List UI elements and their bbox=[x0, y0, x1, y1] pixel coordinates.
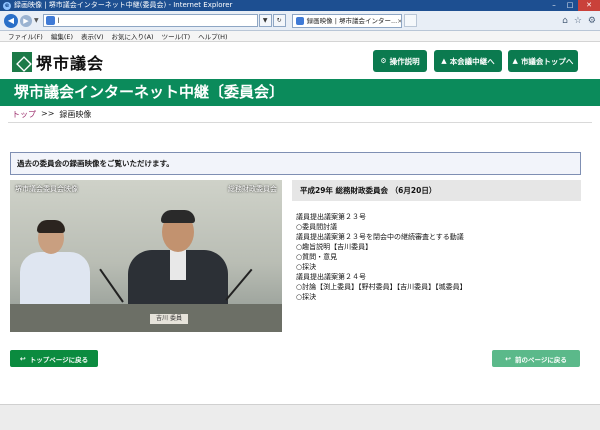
page-footer bbox=[0, 404, 600, 430]
menu-file[interactable]: ファイル(F) bbox=[8, 31, 43, 41]
site-logo[interactable]: 堺市議会 bbox=[12, 50, 104, 74]
city-emblem-icon bbox=[12, 52, 32, 72]
agenda-item: 議員提出議案第２４号 bbox=[296, 273, 366, 281]
new-tab-button[interactable] bbox=[403, 14, 417, 27]
back-to-top-label: トップページに戻る bbox=[29, 355, 89, 364]
breadcrumb-current: 録画映像 bbox=[59, 110, 92, 119]
menu-view[interactable]: 表示(V) bbox=[81, 31, 104, 41]
return-arrow-icon: ↩ bbox=[505, 354, 511, 363]
building-icon: ▲ bbox=[512, 57, 518, 65]
ie-logo-icon: e bbox=[3, 1, 11, 10]
video-person-left bbox=[20, 220, 90, 322]
video-player[interactable]: 堺市議会委員会映像 総務財政委員会 吉川 委員 bbox=[10, 180, 282, 332]
search-dropdown-icon[interactable]: ▼ bbox=[258, 14, 272, 27]
agenda-heading: 平成29年 総務財政委員会 （6月20日） bbox=[292, 180, 581, 201]
operation-guide-button[interactable]: ⚙ 操作説明 bbox=[373, 50, 427, 72]
gear-icon: ⚙ bbox=[380, 57, 387, 65]
maximize-button[interactable]: □ bbox=[562, 0, 578, 11]
previous-page-label: 前のページに戻る bbox=[515, 355, 567, 364]
menu-bar: ファイル(F) 編集(E) 表示(V) お気に入り(A) ツール(T) ヘルプ(… bbox=[0, 31, 600, 42]
notice-box: 過去の委員会の録画映像をご覧いただけます。 bbox=[10, 152, 581, 175]
breadcrumb-home-link[interactable]: トップ bbox=[12, 109, 36, 120]
back-icon[interactable]: ◀ bbox=[4, 13, 18, 28]
return-arrow-icon: ↩ bbox=[19, 354, 26, 363]
address-bar: ◀ ▶ ▼ l ▼ ↻ 録画映像 | 堺市議会インター... × ⌂ ☆ ⚙ bbox=[0, 11, 600, 31]
council-top-button[interactable]: ▲ 市議会トップへ bbox=[508, 50, 578, 72]
agenda-list: 議員提出議案第２３号 ○委員間討議 議員提出議案第２３号を閉会中の継続審査とする… bbox=[296, 212, 581, 302]
tab-favicon-icon bbox=[295, 16, 304, 25]
previous-page-button[interactable]: ↩ 前のページに戻る bbox=[492, 350, 580, 367]
window-title: 録画映像 | 堺市議会インターネット中継(委員会) - Internet Exp… bbox=[14, 1, 233, 9]
home-icon[interactable]: ⌂ bbox=[562, 16, 568, 26]
video-caption-right: 総務財政委員会 bbox=[228, 185, 277, 193]
window-controls: – □ ✕ bbox=[546, 0, 600, 11]
site-name: 堺市議会 bbox=[36, 54, 105, 73]
council-top-label: 市議会トップへ bbox=[520, 56, 574, 66]
agenda-item[interactable]: ○趣旨説明【吉川委員】 bbox=[296, 242, 581, 252]
favorites-star-icon[interactable]: ☆ bbox=[574, 16, 582, 26]
close-button[interactable]: ✕ bbox=[578, 0, 600, 11]
browser-toolbar-icons: ⌂ ☆ ⚙ bbox=[562, 16, 596, 26]
breadcrumb-divider bbox=[8, 122, 592, 123]
forward-icon[interactable]: ▶ bbox=[20, 14, 32, 27]
window-titlebar: e 録画映像 | 堺市議会インターネット中継(委員会) - Internet E… bbox=[0, 0, 600, 11]
browser-tab[interactable]: 録画映像 | 堺市議会インター... × bbox=[291, 13, 402, 28]
menu-edit[interactable]: 編集(E) bbox=[51, 31, 73, 41]
page-icon bbox=[45, 16, 55, 25]
agenda-item: 議員提出議案第２３号を閉会中の継続審査とする動議 bbox=[296, 233, 464, 241]
agenda-item[interactable]: ○採決 bbox=[296, 292, 581, 302]
refresh-icon[interactable]: ↻ bbox=[272, 14, 286, 27]
agenda-item[interactable]: ○委員間討議 bbox=[296, 222, 581, 232]
tab-title: 録画映像 | 堺市議会インター... bbox=[306, 16, 398, 25]
page-title: 堺市議会インターネット中継〔委員会〕 bbox=[0, 79, 600, 106]
url-text: l bbox=[57, 16, 60, 25]
site-header: 堺市議会 ⚙ 操作説明 ▲ 本会議中継へ ▲ 市議会トップへ bbox=[0, 42, 600, 79]
back-to-top-button[interactable]: ↩ トップページに戻る bbox=[10, 350, 98, 367]
url-input[interactable]: l bbox=[42, 14, 258, 27]
settings-gear-icon[interactable]: ⚙ bbox=[588, 16, 596, 26]
agenda-item[interactable]: ○採決 bbox=[296, 262, 581, 272]
menu-help[interactable]: ヘルプ(H) bbox=[198, 31, 227, 41]
video-nameplate: 吉川 委員 bbox=[150, 314, 188, 324]
video-caption-left: 堺市議会委員会映像 bbox=[15, 185, 78, 193]
agenda-item[interactable]: ○質問・意見 bbox=[296, 252, 581, 262]
building-icon: ▲ bbox=[441, 57, 447, 65]
breadcrumb-separator: >> bbox=[41, 109, 55, 118]
agenda-item: 議員提出議案第２３号 bbox=[296, 213, 366, 221]
menu-favorites[interactable]: お気に入り(A) bbox=[112, 31, 154, 41]
plenary-broadcast-label: 本会議中継へ bbox=[449, 56, 495, 66]
agenda-item[interactable]: ○討論【渕上委員】【野村委員】【吉川委員】【城委員】 bbox=[296, 282, 581, 292]
menu-tools[interactable]: ツール(T) bbox=[162, 31, 191, 41]
history-dropdown-icon[interactable]: ▼ bbox=[34, 17, 39, 24]
minimize-button[interactable]: – bbox=[546, 0, 562, 11]
tab-close-icon[interactable]: × bbox=[397, 15, 400, 27]
video-desk bbox=[10, 304, 282, 332]
operation-guide-label: 操作説明 bbox=[389, 56, 420, 66]
breadcrumb: トップ >> 録画映像 bbox=[12, 109, 91, 120]
plenary-broadcast-button[interactable]: ▲ 本会議中継へ bbox=[434, 50, 502, 72]
